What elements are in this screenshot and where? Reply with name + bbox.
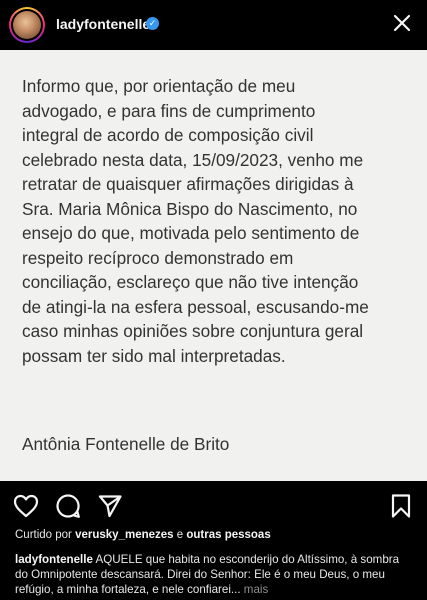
- liked-by-text: Curtido por verusky_menezes e outras pes…: [15, 529, 271, 541]
- avatar-image: [13, 11, 41, 39]
- liked-by-middle: e: [173, 529, 187, 541]
- post-caption: ladyfontenelle AQUELE que habita no esco…: [15, 552, 415, 597]
- verified-badge-icon: ✓: [146, 17, 159, 30]
- avatar[interactable]: [9, 7, 45, 43]
- like-heart-icon[interactable]: [12, 492, 40, 520]
- share-send-icon[interactable]: [96, 492, 124, 520]
- save-bookmark-icon[interactable]: [387, 492, 415, 520]
- post-image[interactable]: Informo que, por orientação de meu advog…: [0, 50, 427, 481]
- action-bar: [0, 488, 427, 524]
- more-options-icon[interactable]: [391, 12, 413, 34]
- liked-by-prefix: Curtido por: [15, 529, 76, 541]
- post-signature: Antônia Fontenelle de Brito: [22, 434, 230, 454]
- avatar-border: [11, 9, 43, 41]
- caption-username-link[interactable]: ladyfontenelle: [15, 553, 93, 566]
- post-header: ladyfontenelle ✓: [0, 0, 427, 50]
- username-link[interactable]: ladyfontenelle: [56, 16, 150, 32]
- caption-more-link[interactable]: mais: [244, 583, 268, 596]
- liked-by-user-link[interactable]: verusky_menezes: [75, 529, 173, 541]
- post-statement-text: Informo que, por orientação de meu advog…: [22, 76, 369, 366]
- liked-by-others-link[interactable]: outras pessoas: [186, 529, 270, 541]
- comment-icon[interactable]: [54, 492, 82, 520]
